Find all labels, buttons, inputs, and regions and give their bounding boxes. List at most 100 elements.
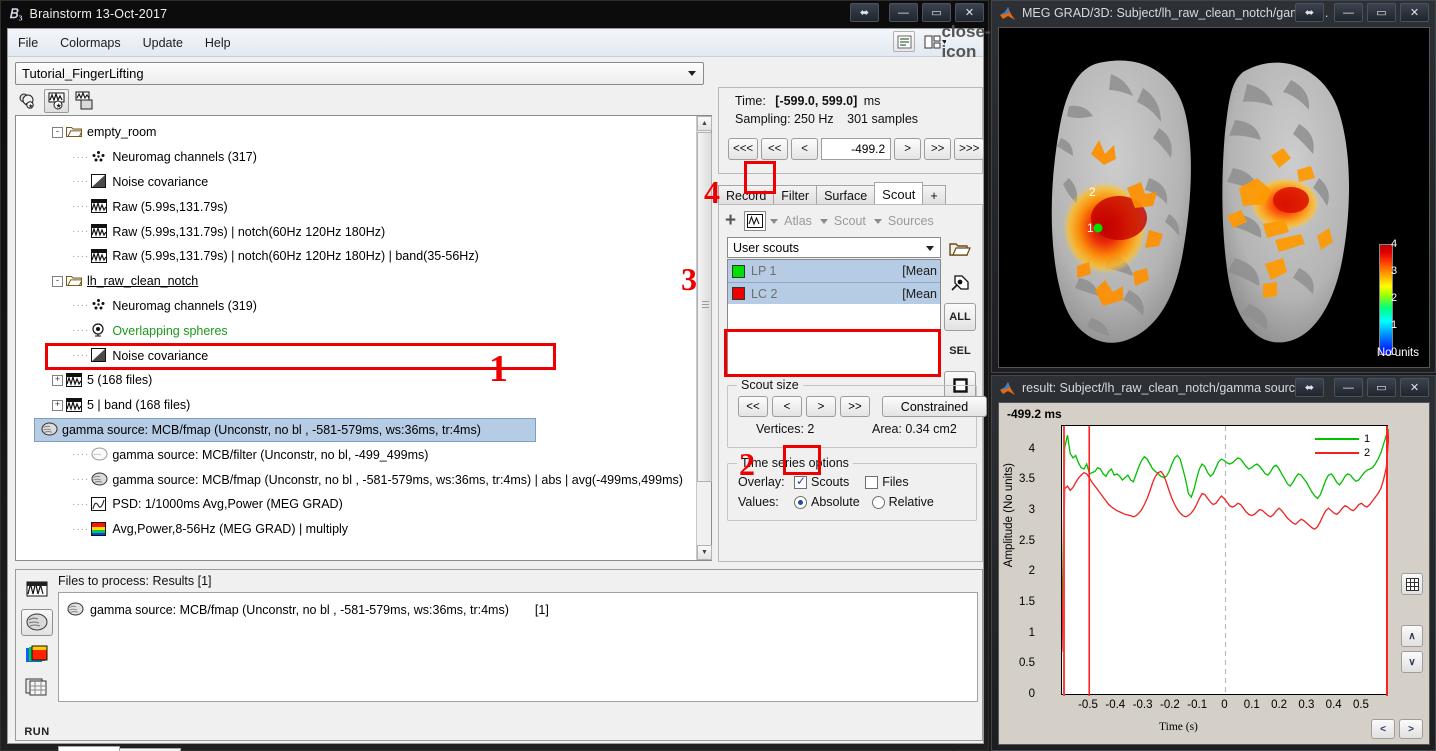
tree-row[interactable]: ···· Noise covariance [16,343,696,368]
tab-add[interactable]: + [922,185,946,205]
resize-button[interactable]: ⬌ [1295,3,1324,22]
scroll-down-button[interactable]: ∨ [1401,651,1423,673]
size-decrease-button[interactable]: < [772,396,802,417]
nav-last-button[interactable]: >>> [954,138,985,160]
edit-scout-icon[interactable] [944,269,976,297]
tree-row[interactable]: ···· Overlapping spheres [16,318,696,343]
list-item[interactable]: LP 1 [Mean [728,260,940,282]
list-item[interactable]: LC 2 [Mean [728,282,940,304]
chevron-down-icon[interactable] [770,218,779,224]
chevron-down-icon-2[interactable] [819,218,828,224]
overlay-scouts-checkbox[interactable] [794,474,807,489]
menu-help[interactable]: Help [205,36,231,50]
copy-study-icon[interactable] [72,89,97,113]
time-prev-button[interactable]: < [1371,719,1395,739]
scroll-up-arrow[interactable]: ▲ [697,116,712,131]
tree-row[interactable]: ···· Neuromag channels (319) [16,294,696,319]
tree-row[interactable]: ···· Raw (5.99s,131.79s) [16,194,696,219]
tree-row[interactable]: gamma source: MCB/fmap (Unconstr, no bl … [34,417,536,443]
constrained-button[interactable]: Constrained [882,396,987,417]
nav-prev-page-button[interactable]: << [761,138,789,160]
tree-row[interactable]: +5 | band (168 files) [16,393,696,418]
menu-file[interactable]: File [18,36,38,50]
nav-next-button[interactable]: > [894,138,922,160]
nav-next-page-button[interactable]: >> [924,138,952,160]
values-relative-radio[interactable] [871,495,885,509]
tree-row[interactable]: ···· Noise covariance [16,170,696,195]
sources-icon[interactable] [21,609,53,636]
files-to-process-list[interactable]: gamma source: MCB/fmap (Unconstr, no bl … [58,592,978,702]
list-item[interactable]: gamma source: MCB/fmap (Unconstr, no bl … [59,598,977,622]
select-all-button[interactable]: ALL [944,303,976,331]
maximize-button[interactable]: ▭ [922,3,951,22]
timefreq-icon[interactable] [21,642,53,668]
folder-open-icon[interactable] [944,235,976,263]
tree-row[interactable]: ···· PSD: 1/1000ms Avg,Power (MEG GRAD) [16,492,696,517]
menu-sources[interactable]: Sources [888,214,934,228]
size-decrease-large-button[interactable]: << [738,396,768,417]
tab-record[interactable]: Record [718,185,775,205]
resize-button[interactable]: ⬌ [850,3,879,22]
scout-list[interactable]: LP 1 [Mean LC 2 [Mean [727,259,941,377]
scroll-down-arrow[interactable]: ▼ [697,545,712,560]
close-button[interactable]: ✕ [955,3,984,22]
tree-row[interactable]: ···· gamma source: MCB/fmap (Unconstr, no… [16,467,696,492]
minimize-button[interactable]: — [1334,3,1363,22]
scout-color-swatch[interactable] [732,287,745,300]
grid-icon[interactable] [1401,573,1423,595]
close-button[interactable]: ✕ [1400,3,1429,22]
timeseries-icon[interactable] [744,211,767,231]
close-panel-icon[interactable]: close-icon [941,22,990,61]
tree-row[interactable]: ···· Raw (5.99s,131.79s) | notch(60Hz 120… [16,244,696,269]
tree-row[interactable]: ···· Raw (5.99s,131.79s) | notch(60Hz 120… [16,219,696,244]
tree-row[interactable]: ···· Neuromag channels (317) [16,145,696,170]
tree-row[interactable]: - empty_room [16,120,696,145]
tree-row[interactable]: ···· Avg,Power,8-56Hz (MEG GRAD) | multip… [16,517,696,542]
tab-surface[interactable]: Surface [816,185,876,205]
resize-button[interactable]: ⬌ [1295,378,1324,397]
menu-update[interactable]: Update [143,36,183,50]
size-increase-large-button[interactable]: >> [840,396,870,417]
raw-data-icon[interactable] [21,577,53,603]
tree-row[interactable]: - lh_raw_clean_notch [16,269,696,294]
matrix-icon[interactable] [21,674,53,700]
overlay-files-checkbox[interactable] [865,475,879,489]
layout-list-icon[interactable] [893,31,915,52]
atlas-selector[interactable]: User scouts [727,237,941,258]
add-scout-button[interactable]: + [725,211,736,230]
scout-color-swatch[interactable] [732,264,745,278]
values-absolute-radio[interactable] [794,495,807,509]
subjects-icon[interactable]: ★ [16,89,41,113]
tree-row[interactable]: +5 (168 files) [16,368,696,393]
plot-axes[interactable]: 1 2 [1061,425,1390,696]
tree-row[interactable]: ···· gamma source: MCB/filter (Unconstr, … [16,442,696,467]
maximize-button[interactable]: ▭ [1367,378,1396,397]
time-next-button[interactable]: > [1399,719,1423,739]
tab-process1[interactable]: Process1 [58,746,121,751]
menu-colormaps[interactable]: Colormaps [60,36,120,50]
select-button[interactable]: SEL [944,337,976,365]
tab-scout[interactable]: Scout [874,182,924,205]
run-button[interactable]: RUN [24,726,49,738]
menu-atlas[interactable]: Atlas [784,214,812,228]
tab-filter[interactable]: Filter [773,185,818,205]
nav-first-button[interactable]: <<< [728,138,759,160]
minimize-button[interactable]: — [889,3,918,22]
brain-3d-canvas[interactable]: 2 1 4 3 2 1 0 No units [998,27,1430,368]
scroll-up-button[interactable]: ∧ [1401,625,1423,647]
tree-expander[interactable]: - [52,275,63,287]
database-tree[interactable]: - empty_room ···· Neuromag channels (317) ··… [15,115,712,561]
tree-expander[interactable]: + [52,399,63,411]
protocol-selector[interactable]: Tutorial_FingerLifting [15,62,704,85]
current-time-input[interactable]: -499.2 [821,138,892,160]
maximize-button[interactable]: ▭ [1367,3,1396,22]
functional-data-icon[interactable]: ★ [44,89,69,113]
chevron-down-icon-3[interactable] [873,218,882,224]
size-increase-button[interactable]: > [806,396,836,417]
tree-expander[interactable]: - [52,126,63,138]
close-button[interactable]: ✕ [1400,378,1429,397]
menu-scout[interactable]: Scout [834,214,866,228]
tree-expander[interactable]: + [52,374,63,386]
minimize-button[interactable]: — [1334,378,1363,397]
nav-prev-button[interactable]: < [791,138,819,160]
